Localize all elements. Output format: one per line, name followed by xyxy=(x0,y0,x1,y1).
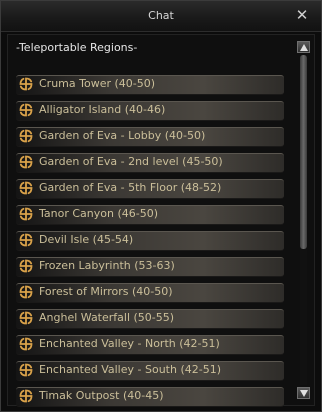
teleport-swirl-icon xyxy=(19,389,33,403)
region-item-label: Timak Outpost (40-45) xyxy=(39,389,164,402)
region-item-label: Enchanted Valley - North (42-51) xyxy=(39,337,220,350)
teleport-swirl-icon xyxy=(19,129,33,143)
region-item-label: Garden of Eva - Lobby (40-50) xyxy=(39,129,206,142)
scroll-up-button[interactable] xyxy=(297,41,310,53)
region-item-label: Anghel Waterfall (50-55) xyxy=(39,311,175,324)
arrow-down-icon xyxy=(300,390,308,397)
region-item[interactable]: Forest of Mirrors (40-50) xyxy=(8,281,292,307)
scroll-track[interactable] xyxy=(300,55,307,385)
close-button[interactable]: ✕ xyxy=(293,5,311,25)
region-item-label: Devil Isle (45-54) xyxy=(39,233,134,246)
region-item-label: Enchanted Valley - South (42-51) xyxy=(39,363,221,376)
teleport-swirl-icon xyxy=(19,285,33,299)
region-item[interactable]: Frozen Labyrinth (53-63) xyxy=(8,255,292,281)
scroll-down-button[interactable] xyxy=(297,387,310,399)
scrollbar[interactable] xyxy=(297,39,311,401)
teleport-swirl-icon xyxy=(19,363,33,377)
region-item-label: Garden of Eva - 5th Floor (48-52) xyxy=(39,181,222,194)
teleport-swirl-icon xyxy=(19,181,33,195)
region-item[interactable]: Tanor Canyon (46-50) xyxy=(8,203,292,229)
region-item[interactable]: Enchanted Valley - South (42-51) xyxy=(8,359,292,385)
window-title: Chat xyxy=(148,9,174,22)
region-item[interactable]: Enchanted Valley - North (42-51) xyxy=(8,333,292,359)
teleport-swirl-icon xyxy=(19,77,33,91)
region-item[interactable]: Timak Outpost (40-45) xyxy=(8,385,292,411)
region-item-label: Garden of Eva - 2nd level (45-50) xyxy=(39,155,223,168)
teleport-swirl-icon xyxy=(19,155,33,169)
teleport-swirl-icon xyxy=(19,259,33,273)
teleport-swirl-icon xyxy=(19,337,33,351)
region-item-label: Alligator Island (40-46) xyxy=(39,103,166,116)
region-item[interactable]: Alligator Island (40-46) xyxy=(8,99,292,125)
scroll-thumb[interactable] xyxy=(300,55,307,249)
teleport-swirl-icon xyxy=(19,207,33,221)
teleport-swirl-icon xyxy=(19,311,33,325)
region-list: Cruma Tower (40-50) Alligator Island (40-… xyxy=(8,73,292,411)
region-item[interactable]: Garden of Eva - 5th Floor (48-52) xyxy=(8,177,292,203)
region-item-label: Tanor Canyon (46-50) xyxy=(39,207,159,220)
regions-heading: -Teleportable Regions- xyxy=(16,41,138,54)
arrow-up-icon xyxy=(300,44,308,51)
region-item[interactable]: Cruma Tower (40-50) xyxy=(8,73,292,99)
chat-window: Chat ✕ -Teleportable Regions- Cruma Towe… xyxy=(0,0,322,412)
title-bar[interactable]: Chat ✕ xyxy=(1,1,321,32)
dialog-content: -Teleportable Regions- Cruma Tower (40-5… xyxy=(7,34,315,407)
region-item-label: Frozen Labyrinth (53-63) xyxy=(39,259,175,272)
region-item[interactable]: Garden of Eva - Lobby (40-50) xyxy=(8,125,292,151)
region-item[interactable]: Devil Isle (45-54) xyxy=(8,229,292,255)
region-item[interactable]: Garden of Eva - 2nd level (45-50) xyxy=(8,151,292,177)
teleport-swirl-icon xyxy=(19,103,33,117)
region-item-label: Cruma Tower (40-50) xyxy=(39,77,156,90)
teleport-swirl-icon xyxy=(19,233,33,247)
region-item[interactable]: Anghel Waterfall (50-55) xyxy=(8,307,292,333)
region-item-label: Forest of Mirrors (40-50) xyxy=(39,285,173,298)
